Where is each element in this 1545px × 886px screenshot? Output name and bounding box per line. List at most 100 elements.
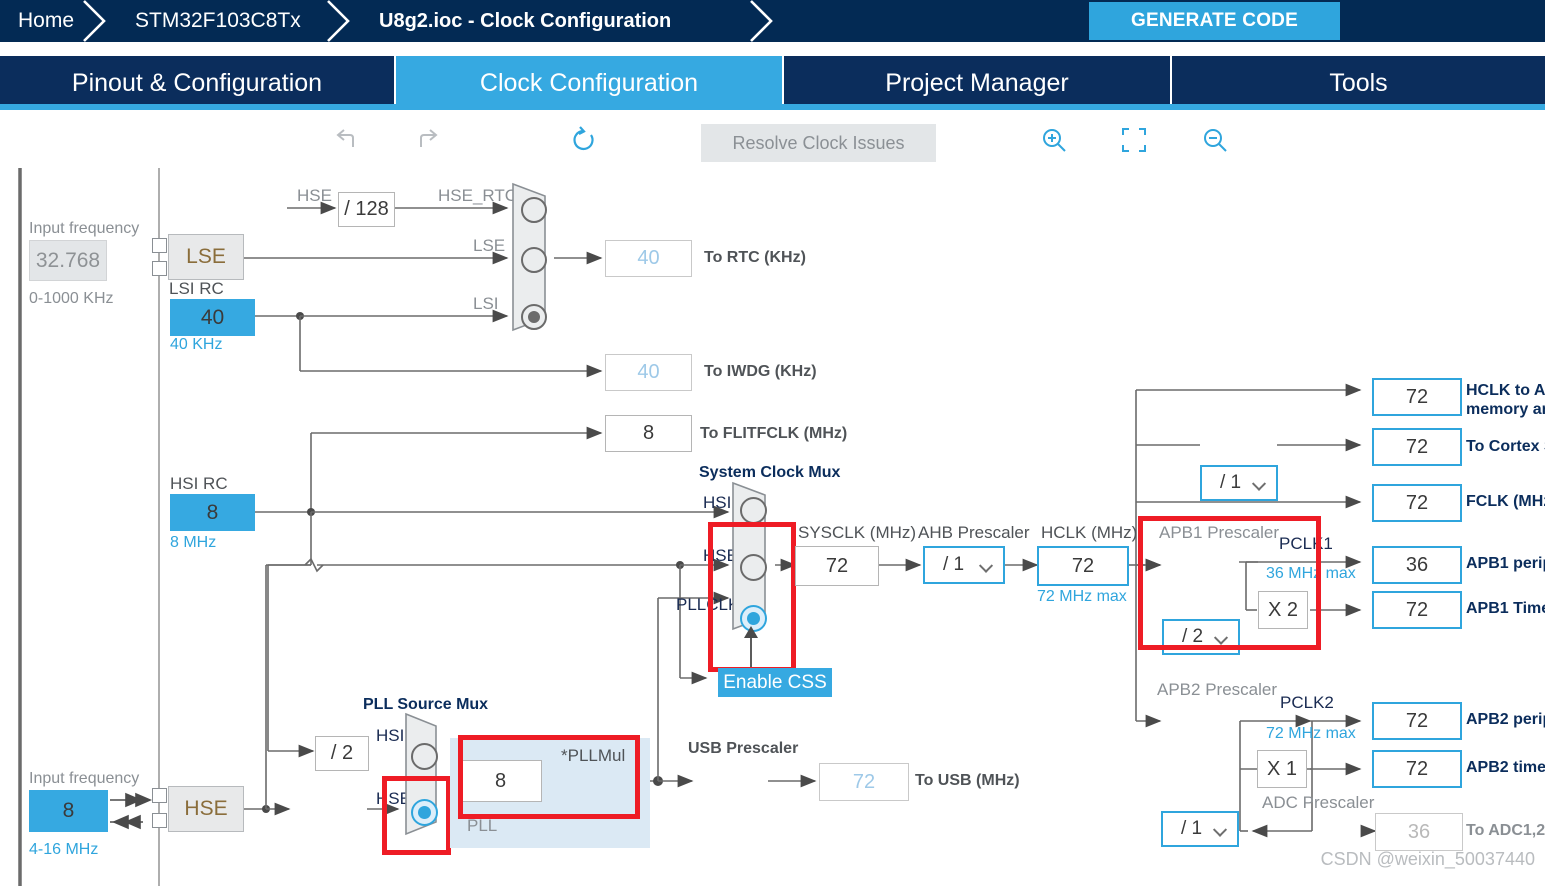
tab-clock-configuration[interactable]: Clock Configuration [396, 56, 782, 110]
system-clock-mux-title: System Clock Mux [699, 464, 841, 481]
tab-label: Project Manager [885, 68, 1069, 97]
ahb-prescaler-select[interactable]: / 1 [923, 546, 1005, 584]
apb1-periph-label: APB1 perip [1466, 555, 1545, 572]
sysclk-mux-radio-hsi[interactable] [740, 497, 767, 524]
rtc-mux-radio-lse[interactable] [521, 247, 547, 273]
sysclk-label: SYSCLK (MHz) [798, 523, 917, 542]
to-cortex-value[interactable]: 72 [1372, 428, 1462, 466]
apb1-periph-value[interactable]: 36 [1372, 546, 1462, 584]
hsi-rc-unit-label: 8 MHz [170, 534, 217, 551]
hse-oscillator-block[interactable]: HSE [168, 786, 244, 832]
pclk1-label: PCLK1 [1279, 534, 1333, 553]
to-usb-value: 72 [819, 763, 909, 801]
undo-icon[interactable] [333, 126, 361, 159]
lsi-rc-value[interactable]: 40 [170, 299, 255, 336]
hclk-value[interactable]: 72 [1037, 546, 1129, 586]
apb1-timer-label: APB1 Timer [1466, 600, 1545, 617]
pll-src-radio-hse[interactable] [411, 799, 438, 826]
breadcrumb-item-current[interactable]: U8g2.ioc - Clock Configuration [379, 0, 671, 42]
hse-osc-pad-bottom [152, 813, 167, 828]
apb1-prescaler-select[interactable]: / 2 [1162, 619, 1240, 655]
usb-prescaler-title: USB Prescaler [688, 740, 799, 757]
pll-src-radio-hse-dot [418, 806, 431, 819]
hse-input-frequency-label: Input frequency [29, 770, 140, 787]
sysclk-mux-radio-hse[interactable] [740, 554, 767, 581]
reset-icon[interactable] [570, 126, 598, 159]
lse-oscillator-block[interactable]: LSE [168, 234, 244, 280]
sysclk-mux-input-pllclk-label: PLLCLK [676, 595, 740, 614]
to-cortex-label: To Cortex S [1466, 438, 1545, 455]
fit-to-screen-icon[interactable] [1120, 126, 1148, 159]
clock-tree-canvas[interactable]: Input frequency 32.768 0-1000 KHz LSE LS… [0, 168, 1545, 886]
stm32cubemx-window: Home STM32F103C8Tx U8g2.ioc - Clock Conf… [0, 0, 1545, 886]
apb2-periph-value[interactable]: 72 [1372, 702, 1462, 740]
apb1-prescaler-title: APB1 Prescaler [1159, 523, 1279, 542]
hse-rtc-div-input-label: HSE [297, 186, 332, 205]
breadcrumb-item-mcu[interactable]: STM32F103C8Tx [135, 0, 301, 42]
breadcrumb-item-home[interactable]: Home [18, 0, 74, 42]
apb2-timer-value[interactable]: 72 [1372, 750, 1462, 788]
hclk-label: HCLK (MHz) [1041, 523, 1138, 542]
to-adc-value: 36 [1375, 813, 1463, 851]
ahb-prescaler-value: / 1 [943, 554, 965, 575]
adc-prescaler-title: ADC Prescaler [1262, 793, 1375, 812]
apb2-prescaler-select[interactable]: / 1 [1161, 811, 1239, 847]
pllmul-label: *PLLMul [561, 746, 626, 765]
apb2-periph-label: APB2 perip [1466, 711, 1545, 728]
breadcrumb-label: U8g2.ioc - Clock Configuration [379, 9, 672, 32]
apb1-max-label: 36 MHz max [1266, 565, 1356, 582]
fclk-label: FCLK (MHz) [1466, 493, 1545, 510]
to-rtc-value: 40 [605, 240, 692, 277]
breadcrumb-chevron-icon-3 [745, 0, 787, 42]
hse-input-frequency-field[interactable]: 8 [29, 790, 108, 832]
zoom-in-icon[interactable] [1040, 126, 1068, 159]
rtc-mux-input-lsi-label: LSI [473, 294, 499, 313]
hclk-to-ahb-label-line2: memory an [1466, 401, 1545, 418]
tab-pinout-configuration[interactable]: Pinout & Configuration [0, 56, 394, 110]
apb1-timer-multiplier: X 2 [1258, 591, 1308, 629]
hsi-rc-title: HSI RC [170, 474, 228, 493]
hse-range-label: 4-16 MHz [29, 841, 99, 858]
main-tabs: Pinout & Configuration Clock Configurati… [0, 45, 1545, 110]
apb1-prescaler-value: / 2 [1182, 626, 1204, 647]
pll-band-label: PLL [467, 816, 498, 835]
to-iwdg-value: 40 [605, 354, 692, 391]
rtc-mux-radio-lsi-dot [528, 311, 540, 323]
apb2-prescaler-title: APB2 Prescaler [1157, 680, 1277, 699]
lse-range-label: 0-1000 KHz [29, 290, 114, 307]
lse-input-frequency-field[interactable]: 32.768 [29, 240, 107, 281]
hclk-to-ahb-value[interactable]: 72 [1372, 378, 1462, 416]
apb2-timer-multiplier: X 1 [1257, 750, 1307, 788]
hclk-to-ahb-label-line1: HCLK to AH [1466, 382, 1545, 399]
hse-osc-pad-top [152, 788, 167, 803]
hse-rtc-output-label: HSE_RTC [438, 186, 518, 205]
breadcrumb-chevron-icon [78, 0, 120, 42]
tab-label: Pinout & Configuration [71, 68, 323, 97]
tab-label: Tools [1329, 68, 1388, 97]
tab-tools[interactable]: Tools [1172, 56, 1545, 110]
pll-input-value: 8 [459, 760, 542, 802]
resolve-clock-issues-button[interactable]: Resolve Clock Issues [701, 124, 936, 162]
zoom-out-icon[interactable] [1201, 126, 1229, 159]
rtc-mux-radio-hse-rtc[interactable] [521, 197, 547, 223]
hsi-rc-value[interactable]: 8 [170, 494, 255, 531]
redo-icon[interactable] [413, 126, 441, 159]
rtc-mux-radio-lsi[interactable] [521, 304, 547, 330]
enable-css-button[interactable]: Enable CSS [718, 668, 832, 697]
rtc-mux-input-lse-label: LSE [473, 236, 506, 255]
breadcrumb-label: Home [18, 9, 75, 32]
apb1-timer-value[interactable]: 72 [1372, 591, 1462, 629]
fclk-value[interactable]: 72 [1372, 484, 1462, 522]
lse-osc-pad-bottom [152, 261, 167, 276]
to-iwdg-label: To IWDG (KHz) [704, 363, 817, 380]
cortex-prescaler-value: / 1 [1220, 472, 1242, 493]
breadcrumb-chevron-icon-2 [322, 0, 364, 42]
apb2-prescaler-value: / 1 [1181, 818, 1203, 839]
pll-src-radio-hsi[interactable] [411, 743, 438, 770]
pll-src-input-hsi-label: HSI [376, 726, 405, 745]
tab-project-manager[interactable]: Project Manager [784, 56, 1170, 110]
sysclk-value: 72 [795, 546, 879, 586]
to-flitfclk-value: 8 [605, 415, 692, 452]
generate-code-button[interactable]: GENERATE CODE [1089, 2, 1340, 40]
cortex-prescaler-select[interactable]: / 1 [1200, 465, 1278, 501]
